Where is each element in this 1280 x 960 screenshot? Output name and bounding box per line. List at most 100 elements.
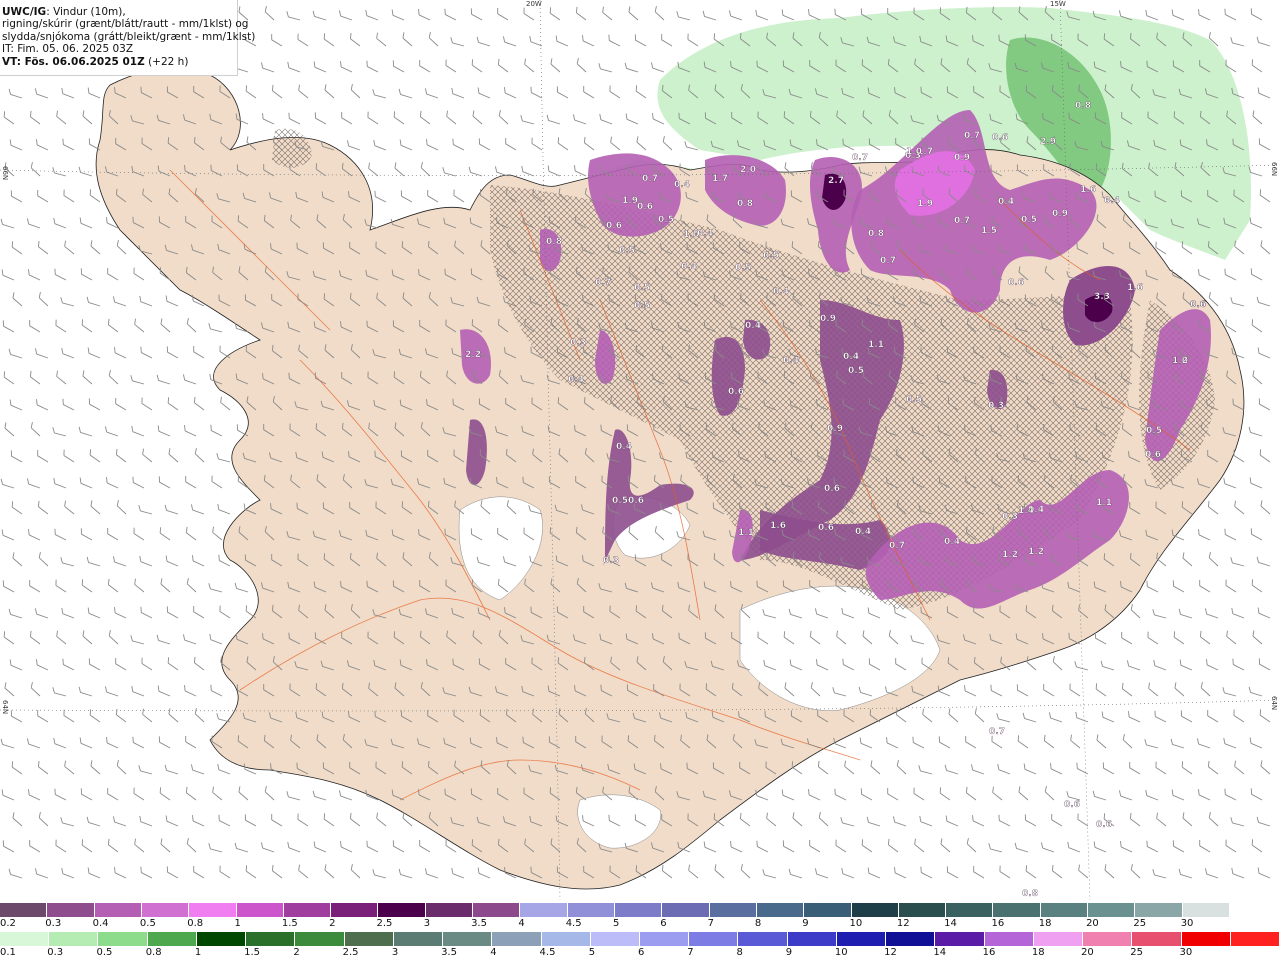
precip-value-label: 0.6	[1096, 820, 1112, 830]
colorbar-swatch	[473, 903, 521, 917]
colorbar-swatch	[98, 932, 148, 946]
precip-value-label: 0.6	[992, 133, 1008, 143]
precip-value-label: 0.6	[818, 523, 834, 533]
precip-value-label: 0.4	[944, 537, 960, 547]
precip-value-label: 1.2	[1028, 547, 1044, 557]
colorbar-swatch	[1132, 932, 1182, 946]
colorbar-label: 25	[1133, 918, 1147, 929]
colorbar-swatch	[246, 932, 296, 946]
colorbar-swatch	[709, 903, 757, 917]
precip-value-label: 0.4	[745, 321, 761, 331]
precip-value-label: 0.6	[1145, 450, 1161, 460]
precip-value-label: 0.7	[889, 541, 905, 551]
colorbar-label: 0.5	[96, 947, 113, 958]
colorbar-label: 4	[490, 947, 497, 958]
precip-value-label: 3.3	[1094, 292, 1110, 302]
colorbar-swatch	[662, 903, 710, 917]
precip-value-label: 0.5	[658, 215, 674, 225]
precip-value-label: 1.6	[1080, 185, 1096, 195]
colorbar-label: 3	[423, 918, 431, 929]
colorbar-swatch	[689, 932, 739, 946]
colorbar-swatch	[492, 932, 542, 946]
precip-value-label: 0.4	[674, 180, 690, 190]
colorbar-swatch	[935, 932, 985, 946]
colorbar-label: 10	[834, 947, 848, 958]
colorbar-label: 2	[293, 947, 300, 958]
precip-value-label: 2.7	[828, 176, 844, 186]
colorbar-label: 6	[638, 947, 645, 958]
colorbar-swatch	[756, 903, 805, 917]
colorbar-label: 20	[1086, 918, 1099, 929]
colorbar-swatch	[1182, 903, 1230, 917]
colorbar-label: 6	[660, 918, 667, 929]
map-title-box: UWC/IG: Vindur (10m), rigning/skúrir (gr…	[0, 0, 256, 76]
colorbar-label: 3	[391, 947, 399, 958]
colorbar-swatch	[898, 903, 947, 917]
weather-map: 2.72.01.70.90.71.90.7 0.50.91.70.82.90.80…	[0, 0, 1280, 900]
rain-colorbar	[0, 932, 1280, 946]
precip-value-label: 0.5	[619, 246, 635, 256]
precip-value-label: 0.9	[827, 424, 843, 434]
lat-label-64n-left: 64N	[1, 700, 9, 715]
colorbar-label: 0.3	[47, 947, 64, 958]
precip-value-label: 1.2	[1002, 550, 1018, 560]
precip-value-label: 0.8	[546, 237, 562, 247]
colorbar-swatch	[49, 932, 99, 946]
colorbar-label: 8	[736, 947, 743, 958]
colorbar-swatch	[425, 903, 474, 917]
colorbar-label: 30	[1180, 918, 1194, 929]
precip-value-label: 0.6	[606, 221, 622, 231]
product-code: UWC/IG	[2, 6, 47, 18]
precip-value-label: 0.7	[595, 278, 611, 288]
precip-value-label: 1.9	[917, 199, 933, 209]
colorbar-label: 12	[896, 918, 910, 929]
rain-colorbar-labels: 0.1 0.3 0.5 0.8 1 1.5 2 2.5 3 3.5 4 4.5 5 6 7 8 9 10 12 14 1…	[0, 947, 1280, 959]
snow-colorbar-labels: 0.2 0.3 0.4 0.5 0.8 1 1.5 2 2.5 3 3.5 4 4.5 5 6 7 8 9 10 12…	[0, 918, 1280, 930]
colorbar-swatch	[0, 932, 50, 946]
colorbar-label: 9	[785, 947, 793, 958]
colorbar-label: 1.5	[244, 947, 261, 958]
colorbar-label: 0.3	[45, 918, 62, 929]
precip-value-label: 0.4	[681, 262, 697, 272]
precip-value-label: 0.3	[1002, 512, 1018, 522]
precip-value-label: 0.5	[1021, 215, 1037, 225]
precip-value-label: 0.7	[964, 131, 980, 141]
colorbar-label: 25	[1130, 947, 1144, 958]
precip-value-label: 0.5	[848, 366, 864, 376]
precip-value-label: 0.4	[855, 527, 871, 537]
precip-value-label: 1.0	[906, 147, 922, 157]
precip-value-label: 0.7	[852, 153, 868, 163]
lat-label-66n-right: 66N	[1270, 162, 1278, 177]
colorbar-swatch	[615, 903, 663, 917]
precip-value-label: 2.2	[465, 350, 481, 360]
colorbar-swatch	[189, 903, 237, 917]
colorbar-label: 9	[802, 918, 809, 929]
precip-value-label: 2.9	[1040, 137, 1056, 147]
precip-value-label: 1.4	[1018, 506, 1034, 516]
precip-value-label: 0.4	[1104, 196, 1120, 206]
precip-value-label: 1.1	[868, 340, 884, 350]
colorbar-swatch	[1083, 932, 1133, 946]
colorbar-swatch	[787, 932, 837, 946]
colorbar-swatch	[1181, 932, 1231, 946]
colorbar-swatch	[283, 903, 332, 917]
colorbar-label: 8	[754, 918, 762, 929]
lat-label-66n-left: 66N	[1, 166, 9, 181]
colorbar-label: 14	[944, 918, 957, 929]
precip-value-label: 0.5	[612, 496, 628, 506]
colorbar-label: 3.5	[441, 947, 457, 958]
colorbar-swatch	[443, 932, 493, 946]
colorbar-swatch	[393, 932, 444, 946]
precip-value-label: 0.4	[843, 352, 859, 362]
product-desc-3: slydda/snjókoma (grátt/bleikt/grænt - mm…	[2, 30, 256, 43]
colorbar-label: 5	[613, 918, 620, 929]
precip-value-label: 0.6	[1190, 300, 1206, 310]
colorbar-label: 18	[1031, 947, 1045, 958]
colorbar-swatch	[567, 903, 615, 917]
product-desc-1: : Vindur (10m),	[46, 6, 126, 18]
colorbar-label: 4.5	[565, 918, 582, 929]
lon-label-15w: 15W	[1050, 0, 1066, 8]
valid-time: VT: Fös. 06.06.2025 01Z	[2, 55, 145, 68]
precip-value-label: 0.9	[820, 314, 836, 324]
colorbar-swatch	[295, 932, 345, 946]
